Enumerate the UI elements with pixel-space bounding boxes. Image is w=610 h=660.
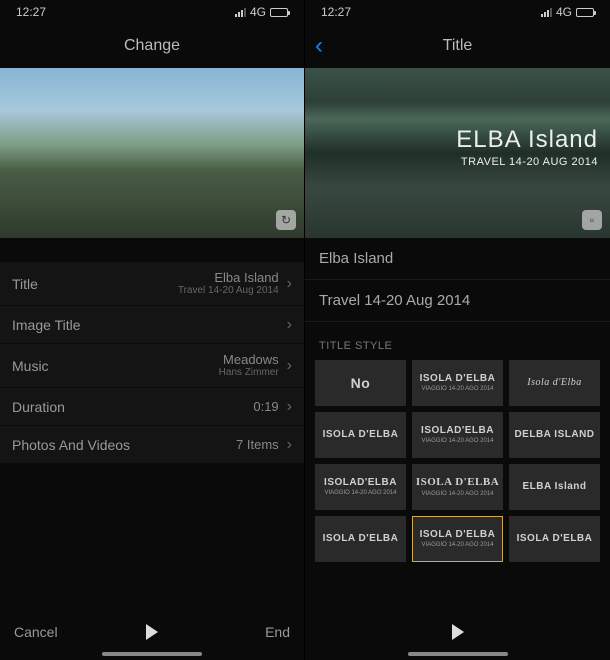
chevron-icon: › <box>287 316 292 334</box>
setting-title-label: Title <box>12 276 178 292</box>
setting-music-label: Music <box>12 358 219 374</box>
nav-bar-right: ‹ Title <box>305 24 610 68</box>
style-tile-0[interactable]: No <box>315 360 406 406</box>
home-indicator[interactable] <box>408 652 508 656</box>
battery-icon <box>576 8 594 17</box>
chevron-icon: › <box>287 398 292 416</box>
cancel-button[interactable]: Cancel <box>14 624 58 640</box>
status-time: 12:27 <box>321 5 351 19</box>
style-tile-4[interactable]: ISOLAD'ELBAVIAGGIO 14-20 AGO 2014 <box>412 412 503 458</box>
play-icon[interactable] <box>146 624 158 640</box>
status-right: 4G <box>235 5 288 19</box>
status-right: 4G <box>541 5 594 19</box>
signal-icon <box>541 8 552 17</box>
setting-image-title[interactable]: Image Title › <box>0 306 304 344</box>
style-tile-6[interactable]: ISOLAD'ELBAVIAGGIO 14-20 AGO 2014 <box>315 464 406 510</box>
style-tile-7[interactable]: ISOLA D'ELBAVIAGGIO 14-20 AGO 2014 <box>412 464 503 510</box>
back-button[interactable]: ‹ <box>315 32 323 60</box>
preview-change[interactable]: ↻ <box>0 68 304 238</box>
title-overlay: ELBA Island TRAVEL 14-20 AUG 2014 <box>456 126 598 168</box>
style-tile-1[interactable]: ISOLA D'ELBAVIAGGIO 14-20 AGO 2014 <box>412 360 503 406</box>
preview-title[interactable]: ELBA Island TRAVEL 14-20 AUG 2014 ▫ <box>305 68 610 238</box>
status-bar: 12:27 4G <box>0 0 304 24</box>
rotate-icon[interactable]: ↻ <box>276 210 296 230</box>
doc-icon[interactable]: ▫ <box>582 210 602 230</box>
setting-title-value: Elba Island Travel 14-20 Aug 2014 <box>178 270 279 297</box>
subtitle-input[interactable]: Travel 14-20 Aug 2014 <box>305 280 610 322</box>
style-tile-9[interactable]: ISOLA D'ELBA <box>315 516 406 562</box>
battery-icon <box>270 8 288 17</box>
home-indicator[interactable] <box>102 652 202 656</box>
setting-duration-label: Duration <box>12 399 253 415</box>
setting-photos-value: 7 Items <box>236 437 279 452</box>
style-grid: NoISOLA D'ELBAVIAGGIO 14-20 AGO 2014Isol… <box>305 360 610 562</box>
title-input[interactable]: Elba Island <box>305 238 610 280</box>
bottom-bar-left: Cancel End <box>0 604 304 660</box>
chevron-icon: › <box>287 436 292 454</box>
setting-music[interactable]: Music Meadows Hans Zimmer › <box>0 344 304 388</box>
style-tile-11[interactable]: ISOLA D'ELBA <box>509 516 600 562</box>
setting-music-value: Meadows Hans Zimmer <box>219 352 279 379</box>
section-title-style: TITLE STYLE <box>305 322 610 360</box>
setting-photos[interactable]: Photos And Videos 7 Items › <box>0 426 304 464</box>
status-time: 12:27 <box>16 5 46 19</box>
nav-title-change: Change <box>124 37 180 55</box>
chevron-icon: › <box>287 275 292 293</box>
settings-list: Title Elba Island Travel 14-20 Aug 2014 … <box>0 262 304 464</box>
status-bar: 12:27 4G <box>305 0 610 24</box>
bottom-bar-right <box>305 604 610 660</box>
style-tile-5[interactable]: DELBA ISLAND <box>509 412 600 458</box>
chevron-icon: › <box>287 357 292 375</box>
nav-title-title: Title <box>443 37 473 55</box>
style-tile-2[interactable]: Isola d'Elba <box>509 360 600 406</box>
setting-duration[interactable]: Duration 0:19 › <box>0 388 304 426</box>
nav-bar-left: Change <box>0 24 304 68</box>
end-button[interactable]: End <box>265 624 290 640</box>
setting-duration-value: 0:19 <box>253 399 278 414</box>
play-icon[interactable] <box>452 624 464 640</box>
overlay-sub: TRAVEL 14-20 AUG 2014 <box>456 156 598 168</box>
setting-photos-label: Photos And Videos <box>12 437 236 453</box>
overlay-main: ELBA Island <box>456 126 598 154</box>
signal-icon <box>235 8 246 17</box>
network-label: 4G <box>250 5 266 19</box>
setting-image-title-label: Image Title <box>12 317 279 333</box>
setting-title[interactable]: Title Elba Island Travel 14-20 Aug 2014 … <box>0 262 304 306</box>
style-tile-10[interactable]: ISOLA D'ELBAVIAGGIO 14-20 AGO 2014 <box>412 516 503 562</box>
network-label: 4G <box>556 5 572 19</box>
style-tile-8[interactable]: ELBA Island <box>509 464 600 510</box>
style-tile-3[interactable]: ISOLA D'ELBA <box>315 412 406 458</box>
